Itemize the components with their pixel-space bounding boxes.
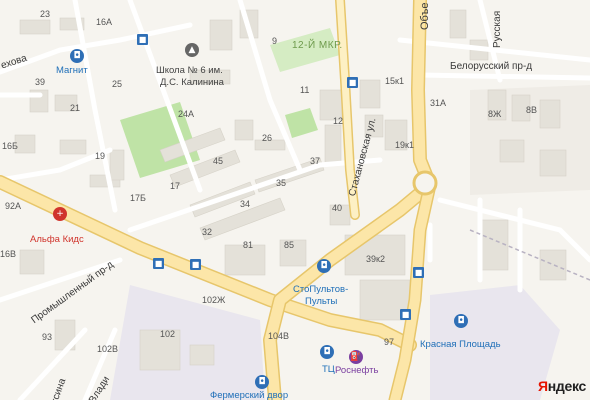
house-number: 19 — [95, 151, 106, 161]
house-number: 32 — [202, 227, 213, 237]
house-number: 35 — [276, 178, 287, 188]
house-number: 9 — [272, 36, 278, 46]
house-number: 92А — [5, 201, 22, 211]
poi-krasnaya-ploshad[interactable]: Красная Площадь — [420, 339, 501, 350]
house-number: 45 — [213, 156, 224, 166]
house-number: 23 — [40, 9, 51, 19]
map-canvas[interactable]: 12-Й МКР. Объе Русская Белорусский пр-д … — [0, 0, 590, 400]
bus-stop-icon[interactable]: ■ — [153, 258, 164, 269]
house-number: 81 — [243, 240, 254, 250]
poi-fermersky-dvor[interactable]: Фермерский двор — [210, 390, 288, 400]
street-label-obyezd: Объе — [419, 2, 431, 30]
poi-rosneft[interactable]: Роснефть — [335, 365, 378, 376]
shopping-bag-icon[interactable]: ◘ — [255, 375, 269, 389]
house-number: 24А — [178, 109, 195, 119]
street-label-russkaya: Русская — [492, 10, 503, 48]
house-number: 16В — [0, 249, 17, 259]
bus-stop-icon[interactable]: ■ — [137, 34, 148, 45]
house-number: 40 — [332, 203, 343, 213]
house-number: 102В — [97, 344, 119, 354]
house-number: 85 — [284, 240, 295, 250]
medical-cross-icon[interactable]: + — [53, 207, 67, 221]
house-number: 8Ж — [488, 109, 502, 119]
house-number: 8В — [526, 105, 538, 115]
house-number: 25 — [112, 79, 123, 89]
house-number: 12 — [333, 116, 344, 126]
poi-school-line2[interactable]: Д.С. Калинина — [160, 77, 224, 88]
house-number: 16Б — [2, 141, 18, 151]
district-label: 12-Й МКР. — [292, 40, 343, 51]
map-base-layer — [0, 0, 590, 400]
bus-stop-icon[interactable]: ■ — [413, 267, 424, 278]
house-number: 39к2 — [366, 254, 385, 264]
street-label-belorussky: Белорусский пр-д — [450, 61, 533, 72]
house-number: 15к1 — [385, 76, 404, 86]
poi-stopulty-line1[interactable]: СтоПультов- — [293, 284, 348, 295]
house-number: 102Ж — [202, 295, 226, 305]
poi-alfa-kids[interactable]: Альфа Кидс — [30, 234, 84, 245]
bus-stop-icon[interactable]: ■ — [400, 309, 411, 320]
poi-school-line1[interactable]: Школа № 6 им. — [156, 65, 223, 76]
poi-stopulty-line2[interactable]: Пульты — [305, 296, 337, 307]
house-number: 39 — [35, 77, 46, 87]
house-number: 16А — [96, 17, 113, 27]
shopping-bag-icon[interactable]: ◘ — [70, 49, 84, 63]
house-number: 26 — [262, 133, 273, 143]
house-number: 17 — [170, 181, 181, 191]
house-number: 102 — [160, 329, 176, 339]
house-number: 97 — [384, 337, 395, 347]
poi-magnit[interactable]: Магнит — [56, 65, 88, 76]
house-number: 93 — [42, 332, 53, 342]
shopping-bag-icon[interactable]: ◘ — [454, 314, 468, 328]
bus-stop-icon[interactable]: ■ — [347, 77, 358, 88]
house-number: 11 — [300, 85, 310, 95]
shopping-center-icon[interactable]: ◘ — [320, 345, 334, 359]
poi-tc[interactable]: ТЦ — [322, 364, 335, 375]
school-icon[interactable]: ▲ — [185, 43, 199, 57]
yandex-attribution[interactable]: Яндекс — [538, 378, 586, 394]
bus-stop-icon[interactable]: ■ — [190, 259, 201, 270]
house-number: 21 — [70, 103, 81, 113]
house-number: 17Б — [130, 193, 146, 203]
house-number: 19к1 — [395, 140, 414, 150]
house-number: 34 — [240, 199, 251, 209]
fuel-station-icon[interactable]: ⛽ — [349, 350, 363, 364]
house-number: 37 — [310, 156, 321, 166]
house-number: 31А — [430, 98, 447, 108]
house-number: 104В — [268, 331, 290, 341]
shopping-bag-icon[interactable]: ◘ — [317, 259, 331, 273]
